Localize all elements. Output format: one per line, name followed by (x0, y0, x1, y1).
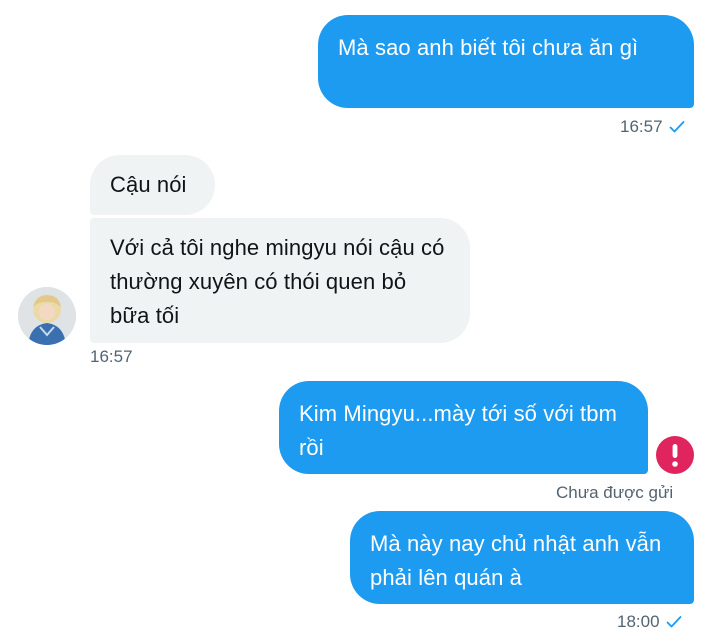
message-bubble-outgoing[interactable]: Mà này nay chủ nhật anh vẫn phải lên quá… (350, 511, 694, 604)
send-status[interactable]: Chưa được gửi (556, 482, 673, 504)
message-bubble-incoming[interactable]: Cậu nói (90, 155, 215, 215)
avatar[interactable] (18, 287, 76, 345)
message-text: Với cả tôi nghe mingyu nói cậu có thường… (110, 235, 445, 328)
avatar-image (18, 287, 76, 345)
message-meta: 16:57 (90, 346, 133, 368)
timestamp: 18:00 (617, 612, 660, 631)
timestamp: 16:57 (620, 117, 663, 136)
message-meta: 18:00 (617, 611, 682, 633)
check-icon (666, 616, 681, 628)
message-text: Mà sao anh biết tôi chưa ăn gì (338, 35, 639, 60)
exclamation-glyph (672, 444, 678, 467)
timestamp: 16:57 (90, 347, 133, 366)
message-text: Mà này nay chủ nhật anh vẫn phải lên quá… (370, 531, 662, 590)
check-icon (669, 121, 684, 133)
message-bubble-outgoing[interactable]: Kim Mingyu...mày tới số với tbm rồi (279, 381, 648, 474)
message-meta: 16:57 (620, 116, 685, 138)
message-bubble-outgoing[interactable]: Mà sao anh biết tôi chưa ăn gì (318, 15, 694, 108)
message-bubble-incoming[interactable]: Với cả tôi nghe mingyu nói cậu có thường… (90, 218, 470, 343)
message-text: Cậu nói (110, 172, 187, 197)
exclamation-icon[interactable] (656, 436, 694, 474)
message-text: Kim Mingyu...mày tới số với tbm rồi (299, 401, 618, 460)
